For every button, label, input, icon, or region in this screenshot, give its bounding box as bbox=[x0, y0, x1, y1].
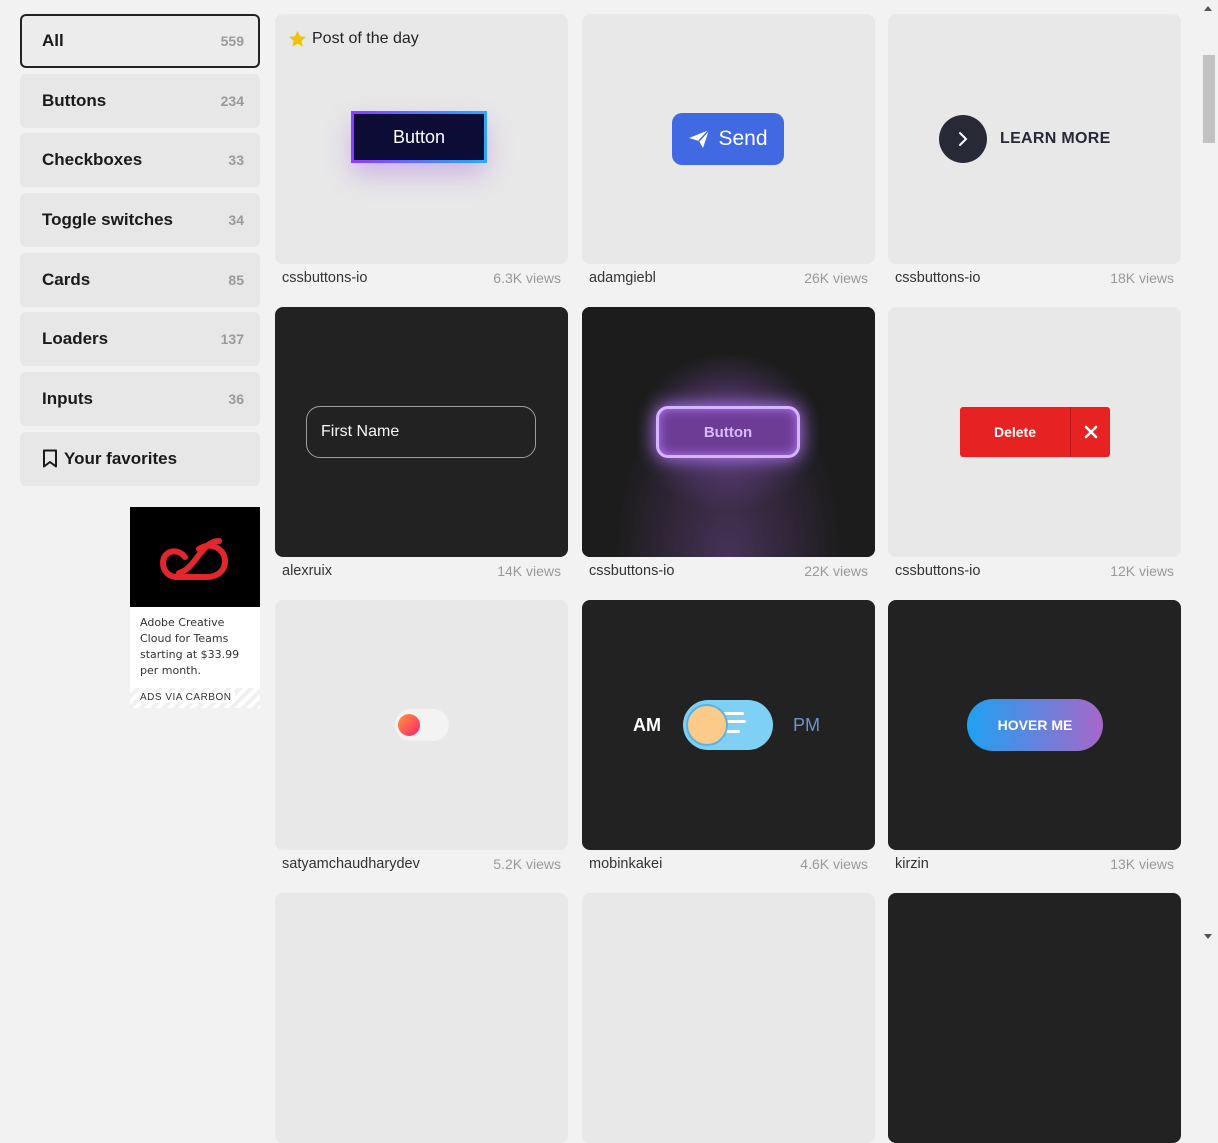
delete-label: Delete bbox=[960, 407, 1071, 457]
toggle-knob bbox=[398, 714, 420, 736]
first-name-input-preview[interactable]: First Name bbox=[306, 406, 536, 458]
card-meta: mobinkakei 4.6K views bbox=[589, 856, 868, 872]
adobe-cc-logo bbox=[130, 507, 260, 607]
am-label: AM bbox=[633, 715, 661, 735]
am-pm-toggle-preview[interactable]: AM PM bbox=[582, 700, 875, 750]
element-card[interactable]: First Name bbox=[275, 307, 568, 557]
category-label: Cards bbox=[42, 269, 91, 289]
send-button-preview[interactable]: Send bbox=[672, 113, 784, 165]
post-of-the-day-badge: Post of the day bbox=[288, 30, 419, 48]
category-label: Loaders bbox=[42, 329, 109, 349]
card-meta: satyamchaudharydev 5.2K views bbox=[282, 856, 561, 872]
gradient-border-button-preview[interactable]: Button bbox=[351, 111, 487, 163]
category-buttons[interactable]: Buttons 234 bbox=[20, 73, 260, 128]
ads-via-carbon-label: ADS VIA CARBON bbox=[140, 692, 236, 703]
element-card[interactable]: Post of the day Button bbox=[275, 14, 568, 264]
card-views: 12K views bbox=[1110, 563, 1174, 579]
category-loaders[interactable]: Loaders 137 bbox=[20, 312, 260, 367]
category-label: Toggle switches bbox=[42, 210, 173, 230]
card-views: 13K views bbox=[1110, 856, 1174, 872]
element-card[interactable]: LEARN MORE bbox=[888, 14, 1181, 264]
card-author[interactable]: mobinkakei bbox=[589, 856, 662, 872]
category-count: 33 bbox=[228, 152, 244, 169]
card-views: 6.3K views bbox=[493, 270, 561, 286]
card-views: 4.6K views bbox=[800, 856, 868, 872]
card-author[interactable]: cssbuttons-io bbox=[895, 270, 980, 286]
pm-label: PM bbox=[793, 715, 820, 735]
category-label: Checkboxes bbox=[42, 150, 143, 170]
toggle-switch-preview[interactable] bbox=[395, 709, 449, 741]
learn-more-label: LEARN MORE bbox=[1000, 130, 1111, 147]
close-icon bbox=[1071, 407, 1110, 457]
element-card[interactable] bbox=[275, 600, 568, 850]
your-favorites-link[interactable]: Your favorites bbox=[20, 431, 260, 486]
send-label: Send bbox=[718, 127, 768, 150]
category-sidebar: All 559 Buttons 234 Checkboxes 33 Toggle… bbox=[20, 14, 260, 492]
category-count: 137 bbox=[220, 331, 244, 348]
category-count: 34 bbox=[228, 212, 244, 229]
category-count: 559 bbox=[220, 33, 244, 49]
element-card[interactable]: Delete bbox=[888, 307, 1181, 557]
scroll-down-arrow[interactable] bbox=[1204, 934, 1212, 939]
favorites-label: Your favorites bbox=[64, 448, 178, 468]
card-views: 5.2K views bbox=[493, 856, 561, 872]
card-author[interactable]: cssbuttons-io bbox=[589, 563, 674, 579]
chevron-right-icon bbox=[959, 132, 968, 146]
category-inputs[interactable]: Inputs 36 bbox=[20, 372, 260, 427]
card-author[interactable]: alexruix bbox=[282, 563, 332, 579]
element-card[interactable] bbox=[888, 893, 1181, 1143]
card-meta: adamgiebl 26K views bbox=[589, 270, 868, 286]
scroll-up-arrow[interactable] bbox=[1204, 6, 1212, 11]
hover-me-button-preview[interactable]: HOVER ME bbox=[967, 699, 1103, 751]
ad-footer[interactable]: ADS VIA CARBON bbox=[130, 688, 260, 708]
element-card[interactable]: AM PM bbox=[582, 600, 875, 850]
star-icon bbox=[289, 30, 306, 47]
element-card[interactable] bbox=[582, 893, 875, 1143]
scrollbar-thumb[interactable] bbox=[1203, 55, 1215, 143]
category-count: 234 bbox=[220, 92, 244, 109]
card-author[interactable]: adamgiebl bbox=[589, 270, 656, 286]
card-meta: cssbuttons-io 22K views bbox=[589, 563, 868, 579]
category-checkboxes[interactable]: Checkboxes 33 bbox=[20, 133, 260, 188]
element-card[interactable]: Button bbox=[582, 307, 875, 557]
card-author[interactable]: satyamchaudharydev bbox=[282, 856, 420, 872]
card-meta: cssbuttons-io 12K views bbox=[895, 563, 1174, 579]
card-author[interactable]: cssbuttons-io bbox=[895, 563, 980, 579]
card-meta: cssbuttons-io 18K views bbox=[895, 270, 1174, 286]
card-views: 18K views bbox=[1110, 270, 1174, 286]
card-meta: cssbuttons-io 6.3K views bbox=[282, 270, 561, 286]
category-cards[interactable]: Cards 85 bbox=[20, 252, 260, 307]
card-meta: alexruix 14K views bbox=[282, 563, 561, 579]
card-views: 22K views bbox=[804, 563, 868, 579]
post-of-the-day-label: Post of the day bbox=[312, 30, 419, 47]
arrow-circle bbox=[939, 115, 987, 163]
category-count: 85 bbox=[228, 271, 244, 288]
card-author[interactable]: cssbuttons-io bbox=[282, 270, 367, 286]
element-card[interactable]: Send bbox=[582, 14, 875, 264]
ad-text: Adobe Creative Cloud for Teams starting … bbox=[140, 616, 240, 677]
bookmark-icon bbox=[43, 449, 57, 468]
category-label: Inputs bbox=[42, 389, 93, 409]
card-views: 26K views bbox=[804, 270, 868, 286]
neon-button-preview[interactable]: Button bbox=[656, 406, 800, 458]
sun-knob bbox=[686, 704, 728, 746]
element-card[interactable] bbox=[275, 893, 568, 1143]
category-label: All bbox=[42, 31, 64, 50]
carbon-ad[interactable]: Adobe Creative Cloud for Teams starting … bbox=[130, 507, 260, 708]
delete-button-preview[interactable]: Delete bbox=[960, 407, 1110, 457]
card-views: 14K views bbox=[497, 563, 561, 579]
category-count: 36 bbox=[228, 391, 244, 408]
element-card[interactable]: HOVER ME bbox=[888, 600, 1181, 850]
category-label: Buttons bbox=[42, 90, 107, 110]
learn-more-button-preview[interactable]: LEARN MORE bbox=[939, 115, 1111, 163]
category-all[interactable]: All 559 bbox=[20, 14, 260, 68]
category-toggle-switches[interactable]: Toggle switches 34 bbox=[20, 193, 260, 248]
paper-plane-icon bbox=[689, 129, 711, 148]
card-author[interactable]: kirzin bbox=[895, 856, 929, 872]
vertical-scrollbar[interactable] bbox=[1200, 0, 1218, 947]
card-meta: kirzin 13K views bbox=[895, 856, 1174, 872]
